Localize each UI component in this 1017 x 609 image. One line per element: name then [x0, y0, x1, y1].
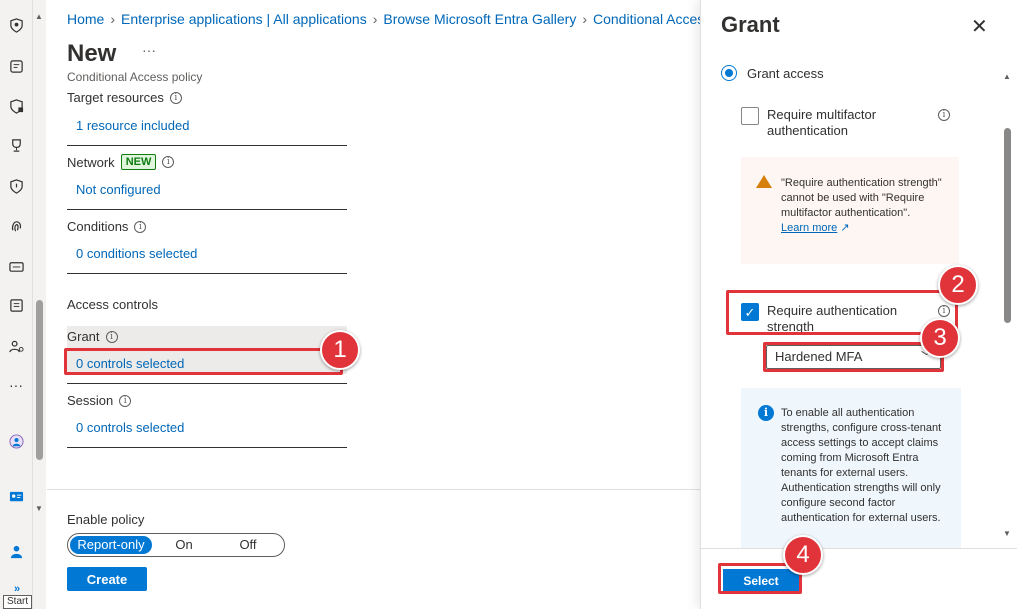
chevron-right-icon: › [110, 11, 116, 27]
start-tooltip: Start [3, 595, 33, 609]
divider [67, 145, 347, 146]
toggle-on[interactable]: On [152, 536, 216, 554]
callout-badge-3: 3 [920, 318, 960, 358]
session-link[interactable]: 0 controls selected [76, 420, 184, 435]
scroll-up-icon[interactable]: ▲ [1003, 72, 1011, 81]
left-rail: ··· » Start [0, 0, 33, 609]
footer-divider [47, 489, 700, 490]
expand-icon[interactable]: » [14, 583, 20, 595]
user-circle-icon[interactable] [8, 433, 24, 449]
breadcrumb-home[interactable]: Home [67, 11, 104, 27]
radio-selected-icon[interactable] [721, 65, 737, 81]
toggle-off[interactable]: Off [216, 536, 280, 554]
divider [67, 209, 347, 210]
mfa-checkbox[interactable] [741, 107, 759, 125]
info-icon[interactable]: i [169, 91, 182, 104]
callout-highlight-grant [64, 348, 343, 375]
info-icon[interactable]: i [134, 220, 147, 233]
callout-badge-4: 4 [783, 535, 823, 575]
grant-panel: Grant ✕ ▲ ▼ Grant access Require multifa… [700, 0, 1017, 609]
warning-icon [756, 175, 772, 188]
shield-icon[interactable] [8, 178, 24, 194]
id-badge-icon[interactable] [8, 489, 24, 505]
panel-scroll-thumb[interactable] [1004, 128, 1011, 323]
page-title: New [67, 40, 117, 67]
breadcrumb-conditional-access[interactable]: Conditional Access [593, 11, 700, 27]
network-label: Network NEW i [67, 154, 175, 170]
grant-label: Grant i [67, 329, 118, 344]
breadcrumb: Home › Enterprise applications | All appli… [67, 11, 700, 27]
target-resources-link[interactable]: 1 resource included [76, 118, 189, 133]
breadcrumb-enterprise-apps[interactable]: Enterprise applications | All applicatio… [121, 11, 367, 27]
toggle-report-only[interactable]: Report-only [70, 536, 152, 554]
access-controls-heading: Access controls [67, 297, 159, 312]
info-message: i To enable all authentication strengths… [741, 388, 961, 548]
enable-policy-toggle[interactable]: Report-only On Off [67, 533, 285, 557]
shield-user-icon[interactable] [8, 17, 24, 33]
close-icon[interactable]: ✕ [971, 14, 988, 39]
create-button[interactable]: Create [67, 567, 147, 591]
session-label: Session i [67, 393, 132, 408]
trophy-icon[interactable] [8, 137, 24, 153]
breadcrumb-gallery[interactable]: Browse Microsoft Entra Gallery [383, 11, 576, 27]
people-settings-icon[interactable] [8, 338, 24, 354]
scroll-down-icon[interactable]: ▼ [1003, 529, 1011, 538]
callout-badge-1: 1 [320, 330, 360, 370]
new-badge: NEW [120, 154, 157, 170]
network-link[interactable]: Not configured [76, 182, 161, 197]
info-icon[interactable]: i [938, 109, 950, 121]
info-icon[interactable]: i [119, 394, 132, 407]
fingerprint-icon[interactable] [8, 218, 24, 234]
more-options-icon[interactable]: ··· [142, 42, 156, 58]
enable-policy-label: Enable policy [67, 512, 145, 527]
divider [67, 273, 347, 274]
mfa-checkbox-row[interactable]: Require multifactor authentication [741, 107, 941, 139]
document-list-icon[interactable] [8, 297, 24, 313]
warning-message: "Require authentication strength" cannot… [741, 157, 959, 264]
divider [67, 447, 347, 448]
conditions-link[interactable]: 0 conditions selected [76, 246, 197, 261]
card-icon[interactable] [8, 258, 24, 274]
chevron-right-icon: › [372, 11, 378, 27]
page-subtitle: Conditional Access policy [67, 70, 203, 84]
policy-editor: Home › Enterprise applications | All appli… [47, 0, 700, 609]
panel-title: Grant [721, 12, 780, 37]
grant-access-radio[interactable]: Grant access [721, 65, 824, 81]
scroll-up-icon[interactable]: ▲ [35, 12, 43, 21]
scroll-down-icon[interactable]: ▼ [35, 504, 43, 513]
rail-scroll-thumb[interactable] [36, 300, 43, 460]
person-icon[interactable] [8, 543, 24, 559]
info-icon[interactable]: i [162, 156, 175, 168]
divider [67, 383, 347, 384]
info-icon[interactable]: i [105, 330, 118, 343]
lock-shield-icon[interactable] [8, 98, 24, 114]
id-card-icon[interactable] [8, 58, 24, 74]
target-resources-label: Target resources i [67, 90, 182, 105]
chevron-right-icon: › [582, 11, 587, 27]
callout-highlight-dropdown [763, 342, 944, 372]
info-circle-icon: i [758, 405, 774, 421]
more-icon[interactable]: ··· [8, 377, 24, 393]
callout-badge-2: 2 [938, 265, 978, 305]
learn-more-link[interactable]: Learn more [781, 222, 837, 234]
conditions-label: Conditions i [67, 219, 147, 234]
